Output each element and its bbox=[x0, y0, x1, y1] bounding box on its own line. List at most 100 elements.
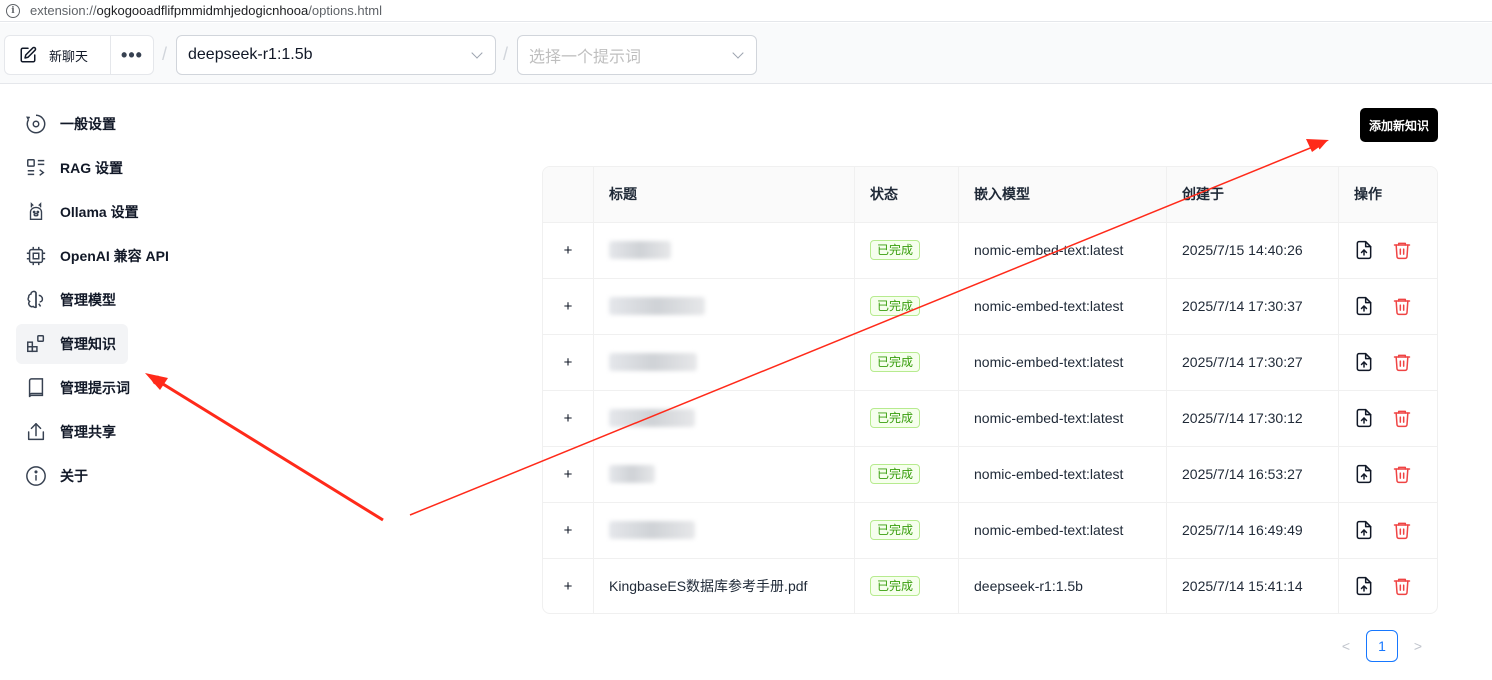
trash-icon[interactable] bbox=[1392, 240, 1412, 260]
row-expand-button[interactable]: + bbox=[543, 446, 593, 503]
file-upload-icon[interactable] bbox=[1354, 352, 1374, 372]
prompt-select[interactable]: 选择一个提示词 bbox=[517, 35, 757, 75]
sidebar-item-label: OpenAI 兼容 API bbox=[60, 248, 169, 264]
row-actions-cell bbox=[1338, 502, 1437, 559]
sidebar-item-ollama[interactable]: Ollama 设置 bbox=[16, 192, 139, 232]
url-scheme: extension:// bbox=[30, 3, 97, 18]
table-row: + 已完成 nomic-embed-text:latest 2025/7/14 17:… bbox=[543, 390, 1437, 447]
row-title-cell bbox=[593, 390, 854, 447]
row-status-cell: 已完成 bbox=[854, 502, 958, 559]
trash-icon[interactable] bbox=[1392, 576, 1412, 596]
table-row: + 已完成 nomic-embed-text:latest 2025/7/14 16:… bbox=[543, 502, 1437, 559]
row-status-cell: 已完成 bbox=[854, 558, 958, 613]
new-chat-button[interactable]: 新聊天 bbox=[5, 36, 111, 74]
sidebar-item-general[interactable]: 一般设置 bbox=[16, 104, 128, 144]
pagination-next-button[interactable]: > bbox=[1402, 630, 1434, 662]
address-bar[interactable]: i extension://ogkogooadflifpmmidmhjedogi… bbox=[0, 0, 1492, 22]
sidebar-item-label: 关于 bbox=[60, 468, 88, 484]
column-header-embedding-model: 嵌入模型 bbox=[958, 167, 1166, 223]
llama-icon bbox=[24, 200, 48, 224]
row-expand-button[interactable]: + bbox=[543, 558, 593, 613]
status-badge: 已完成 bbox=[870, 352, 921, 372]
row-created-cell: 2025/7/15 14:40:26 bbox=[1166, 222, 1338, 279]
model-select[interactable]: deepseek-r1:1.5b bbox=[176, 35, 496, 75]
file-upload-icon[interactable] bbox=[1354, 576, 1374, 596]
row-status-cell: 已完成 bbox=[854, 390, 958, 447]
row-expand-button[interactable]: + bbox=[543, 222, 593, 279]
file-upload-icon[interactable] bbox=[1354, 520, 1374, 540]
sidebar-item-openai-api[interactable]: OpenAI 兼容 API bbox=[16, 236, 169, 276]
file-upload-icon[interactable] bbox=[1354, 408, 1374, 428]
sidebar-item-share[interactable]: 管理共享 bbox=[16, 412, 128, 452]
prompt-select-placeholder: 选择一个提示词 bbox=[529, 49, 642, 66]
more-options-button[interactable]: ••• bbox=[111, 45, 153, 66]
trash-icon[interactable] bbox=[1392, 408, 1412, 428]
pagination-prev-button[interactable]: < bbox=[1330, 630, 1362, 662]
file-upload-icon[interactable] bbox=[1354, 240, 1374, 260]
sidebar-item-label: 管理提示词 bbox=[60, 380, 130, 396]
sidebar-item-label: Ollama 设置 bbox=[60, 204, 139, 220]
table-row: + 已完成 nomic-embed-text:latest 2025/7/14 16:… bbox=[543, 446, 1437, 503]
cpu-icon bbox=[24, 244, 48, 268]
column-header-status: 状态 bbox=[854, 167, 958, 223]
column-header-created-at: 创建于 bbox=[1166, 167, 1338, 223]
sidebar-item-models[interactable]: 管理模型 bbox=[16, 280, 128, 320]
sidebar-item-rag[interactable]: RAG 设置 bbox=[16, 148, 128, 188]
new-chat-group: 新聊天 ••• bbox=[4, 35, 154, 75]
sidebar-item-about[interactable]: 关于 bbox=[16, 456, 128, 496]
annotation-arrow-to-sidebar bbox=[148, 374, 384, 522]
row-title-redacted bbox=[609, 297, 705, 316]
sidebar-item-label: 管理知识 bbox=[60, 336, 116, 352]
url-host: ogkogooadflifpmmidmhjedogicnhooa bbox=[96, 3, 309, 18]
column-header-title: 标题 bbox=[593, 167, 854, 223]
row-model-cell: nomic-embed-text:latest bbox=[958, 334, 1166, 391]
row-actions-cell bbox=[1338, 446, 1437, 503]
url-path: /options.html bbox=[308, 3, 382, 18]
row-model-cell: deepseek-r1:1.5b bbox=[958, 558, 1166, 613]
row-title-cell bbox=[593, 502, 854, 559]
row-title-cell bbox=[593, 334, 854, 391]
pagination: < 1 > bbox=[1330, 630, 1434, 662]
sidebar-item-knowledge[interactable]: 管理知识 bbox=[16, 324, 128, 364]
row-created-cell: 2025/7/14 16:49:49 bbox=[1166, 502, 1338, 559]
file-upload-icon[interactable] bbox=[1354, 296, 1374, 316]
row-title-redacted bbox=[609, 409, 695, 428]
table-row: + 已完成 nomic-embed-text:latest 2025/7/15 14:… bbox=[543, 222, 1437, 279]
trash-icon[interactable] bbox=[1392, 352, 1412, 372]
status-badge: 已完成 bbox=[870, 576, 921, 596]
info-icon bbox=[24, 464, 48, 488]
row-expand-button[interactable]: + bbox=[543, 390, 593, 447]
row-actions-cell bbox=[1338, 278, 1437, 335]
row-expand-button[interactable]: + bbox=[543, 278, 593, 335]
trash-icon[interactable] bbox=[1392, 464, 1412, 484]
gear-icon bbox=[24, 112, 48, 136]
sidebar-item-label: RAG 设置 bbox=[60, 160, 123, 176]
breadcrumb-separator: / bbox=[503, 44, 509, 64]
table-row: + 已完成 nomic-embed-text:latest 2025/7/14 17:… bbox=[543, 334, 1437, 391]
row-title-redacted bbox=[609, 465, 655, 484]
file-upload-icon[interactable] bbox=[1354, 464, 1374, 484]
row-model-cell: nomic-embed-text:latest bbox=[958, 446, 1166, 503]
row-title-cell bbox=[593, 278, 854, 335]
new-chat-label: 新聊天 bbox=[49, 48, 89, 64]
row-expand-button[interactable]: + bbox=[543, 502, 593, 559]
pagination-page-1[interactable]: 1 bbox=[1366, 630, 1398, 662]
trash-icon[interactable] bbox=[1392, 296, 1412, 316]
column-header-expand bbox=[543, 167, 593, 223]
site-info-icon[interactable]: i bbox=[6, 3, 20, 18]
row-title-cell bbox=[593, 446, 854, 503]
row-created-cell: 2025/7/14 17:30:37 bbox=[1166, 278, 1338, 335]
row-expand-button[interactable]: + bbox=[543, 334, 593, 391]
table-row: + KingbaseES数据库参考手册.pdf 已完成 deepseek-r1:1.5… bbox=[543, 558, 1437, 613]
trash-icon[interactable] bbox=[1392, 520, 1412, 540]
row-title-redacted bbox=[609, 353, 697, 372]
sidebar-item-prompts[interactable]: 管理提示词 bbox=[16, 368, 130, 408]
row-model-cell: nomic-embed-text:latest bbox=[958, 222, 1166, 279]
row-actions-cell bbox=[1338, 222, 1437, 279]
row-title: KingbaseES数据库参考手册.pdf bbox=[609, 578, 808, 594]
chevron-down-icon bbox=[471, 47, 483, 59]
status-badge: 已完成 bbox=[870, 520, 921, 540]
row-model-cell: nomic-embed-text:latest bbox=[958, 278, 1166, 335]
add-knowledge-button[interactable]: 添加新知识 bbox=[1360, 108, 1438, 142]
row-created-cell: 2025/7/14 16:53:27 bbox=[1166, 446, 1338, 503]
